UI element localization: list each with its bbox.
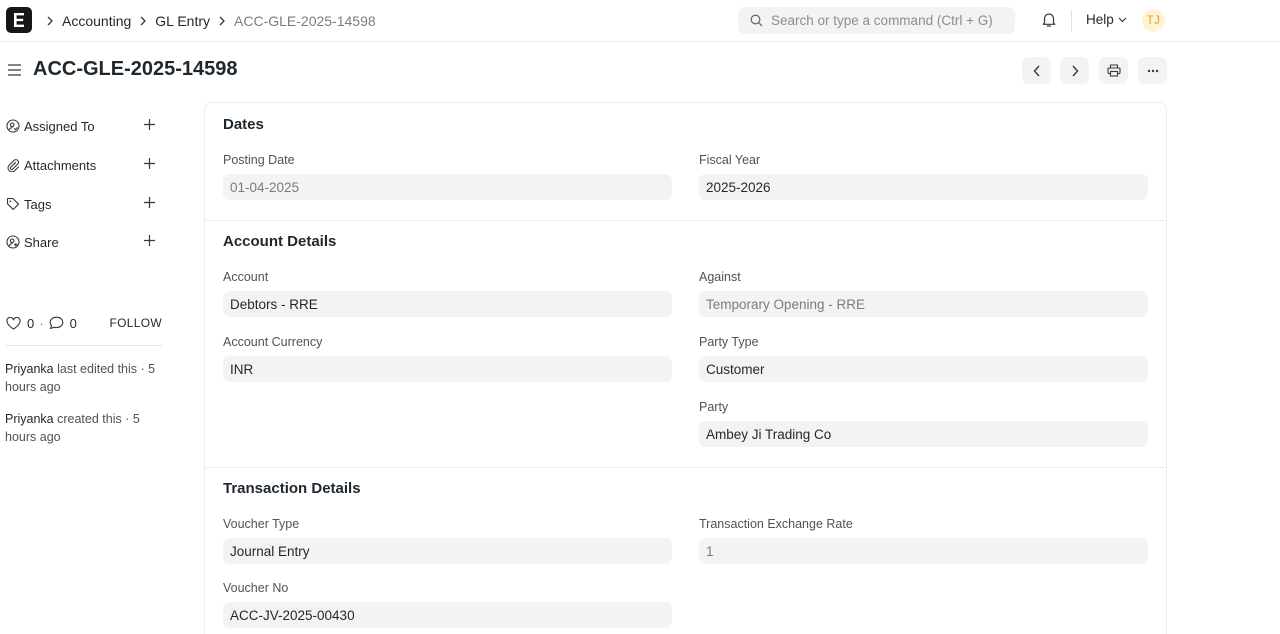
erpnext-logo-icon [14, 13, 24, 27]
field-label-party: Party [699, 400, 729, 414]
next-doc-button[interactable] [1060, 57, 1089, 84]
field-label-account: Account [223, 270, 269, 284]
field-label-voucher-no: Voucher No [223, 581, 289, 595]
assign-icon [6, 119, 20, 133]
search-input[interactable] [771, 13, 1011, 28]
help-label: Help [1086, 12, 1114, 27]
activity-item: Priyanka last edited this · 5 hours ago [5, 360, 165, 396]
breadcrumb-accounting[interactable]: Accounting [62, 13, 131, 29]
breadcrumb-current[interactable]: ACC-GLE-2025-14598 [234, 13, 376, 29]
notifications-button[interactable] [1041, 11, 1057, 31]
plus-icon[interactable] [143, 196, 156, 209]
navbar: Accounting GL Entry ACC-GLE-2025-14598 H… [0, 0, 1280, 42]
field-label-party-type: Party Type [699, 335, 759, 349]
against-field[interactable]: Temporary Opening - RRE [699, 291, 1148, 317]
search-icon [750, 14, 763, 27]
account-field[interactable]: Debtors - RRE [223, 291, 672, 317]
likes-count: 0 [27, 315, 35, 331]
field-label-account-currency: Account Currency [223, 335, 323, 349]
account-currency-field[interactable]: INR [223, 356, 672, 382]
sidebar-item-tags[interactable]: Tags [6, 194, 162, 214]
section-title-account-details[interactable]: Account Details [223, 233, 336, 250]
chevron-down-icon [1118, 17, 1127, 22]
printer-icon [1106, 64, 1121, 77]
voucher-no-field[interactable]: ACC-JV-2025-00430 [223, 602, 672, 628]
follow-button[interactable]: FOLLOW [110, 316, 162, 330]
separator-dot: · [39, 315, 44, 331]
likes-comments-bar: 0 · 0 FOLLOW [6, 314, 162, 332]
party-type-field[interactable]: Customer [699, 356, 1148, 382]
activity-item: Priyanka created this · 5 hours ago [5, 410, 165, 446]
ellipsis-icon [1147, 69, 1158, 72]
field-label-transaction-exchange-rate: Transaction Exchange Rate [699, 517, 853, 531]
paperclip-icon [7, 159, 20, 172]
breadcrumb-gl-entry[interactable]: GL Entry [155, 13, 210, 29]
section-divider [205, 220, 1166, 221]
hamburger-icon [8, 64, 21, 76]
field-label-voucher-type: Voucher Type [223, 517, 300, 531]
navbar-divider [1071, 10, 1072, 32]
share-icon [6, 235, 20, 249]
section-title-transaction-details[interactable]: Transaction Details [223, 480, 361, 497]
field-label-against: Against [699, 270, 741, 284]
previous-doc-button[interactable] [1022, 57, 1051, 84]
chevron-right-icon [218, 16, 226, 26]
chevron-right-icon [139, 16, 147, 26]
chevron-right-icon [1071, 65, 1078, 76]
print-button[interactable] [1099, 57, 1128, 84]
more-actions-button[interactable] [1138, 57, 1167, 84]
sidebar-item-label: Tags [24, 196, 52, 212]
bell-icon [1042, 13, 1056, 27]
fiscal-year-field[interactable]: 2025-2026 [699, 174, 1148, 200]
sidebar-item-label: Share [24, 234, 59, 250]
plus-icon[interactable] [143, 157, 156, 170]
user-avatar[interactable]: TJ [1142, 9, 1165, 32]
heart-icon[interactable] [6, 316, 21, 330]
app-logo[interactable] [6, 7, 32, 33]
sidebar-item-assigned-to[interactable]: Assigned To [6, 116, 162, 136]
plus-icon[interactable] [143, 234, 156, 247]
section-divider [205, 467, 1166, 468]
activity-user[interactable]: Priyanka [5, 412, 54, 426]
field-label-posting-date: Posting Date [223, 153, 295, 167]
chevron-left-icon [1033, 65, 1040, 76]
sidebar-toggle-button[interactable] [7, 63, 22, 80]
comment-icon[interactable] [49, 316, 64, 330]
help-dropdown[interactable]: Help [1086, 12, 1127, 27]
sidebar-item-attachments[interactable]: Attachments [6, 155, 162, 175]
activity-user[interactable]: Priyanka [5, 362, 54, 376]
comments-count: 0 [69, 315, 77, 331]
page-title: ACC-GLE-2025-14598 [33, 58, 238, 80]
tag-icon [6, 197, 20, 211]
sidebar-item-share[interactable]: Share [6, 232, 162, 252]
voucher-type-field[interactable]: Journal Entry [223, 538, 672, 564]
sidebar-item-label: Attachments [24, 157, 97, 173]
section-title-dates[interactable]: Dates [223, 116, 264, 133]
search-bar[interactable] [738, 7, 1015, 34]
field-label-fiscal-year: Fiscal Year [699, 153, 761, 167]
posting-date-field[interactable]: 01-04-2025 [223, 174, 672, 200]
transaction-exchange-rate-field[interactable]: 1 [699, 538, 1148, 564]
chevron-right-icon [46, 16, 54, 26]
plus-icon[interactable] [143, 118, 156, 131]
breadcrumb: Accounting GL Entry ACC-GLE-2025-14598 [44, 0, 382, 42]
sidebar-item-label: Assigned To [24, 118, 95, 134]
sidebar-divider [6, 345, 162, 346]
party-field[interactable]: Ambey Ji Trading Co [699, 421, 1148, 447]
